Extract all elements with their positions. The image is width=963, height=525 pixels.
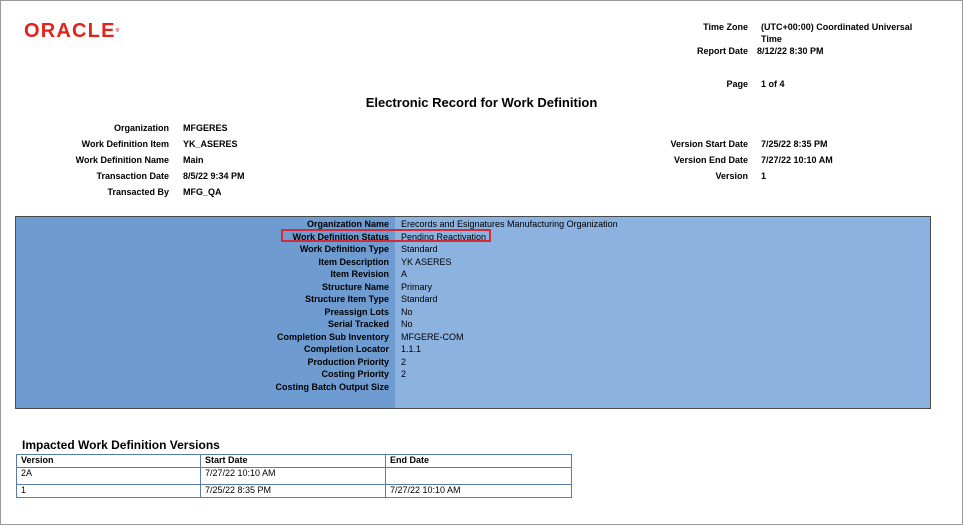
summary-row-organization: Organization MFGERES	[1, 122, 301, 134]
summary-value: MFGERES	[183, 123, 228, 133]
summary-row-version-end-date: Version End Date 7/27/22 10:10 AM	[601, 154, 941, 166]
summary-label: Work Definition Name	[75, 155, 169, 165]
page-title: Electronic Record for Work Definition	[365, 95, 598, 110]
table-cell: 7/25/22 8:35 PM	[200, 484, 386, 498]
detail-label: Structure Item Type	[305, 294, 389, 304]
detail-label: Costing Priority	[321, 369, 389, 379]
detail-label: Completion Locator	[304, 344, 389, 354]
work-definition-details: Organization Name Erecords and Esignatur…	[15, 216, 931, 409]
report-header: Time Zone (UTC+00:00) Coordinated Univer…	[1, 21, 962, 91]
detail-label: Costing Batch Output Size	[275, 381, 390, 392]
table-cell: 7/27/22 10:10 AM	[200, 467, 386, 485]
time-zone-value-wrap: Time	[761, 34, 782, 44]
detail-row: Structure Name Primary	[16, 281, 930, 294]
detail-value: Primary	[401, 281, 432, 292]
summary-value: MFG_QA	[183, 187, 222, 197]
detail-label: Structure Name	[321, 281, 389, 292]
column-header-version: Version	[16, 454, 201, 468]
detail-row: Work Definition Type Standard	[16, 243, 930, 256]
detail-row: Serial Tracked No	[16, 318, 930, 331]
detail-row: Completion Sub Inventory MFGERE-COM	[16, 331, 930, 344]
detail-value: Standard	[401, 244, 438, 254]
summary-label: Version Start Date	[670, 139, 748, 149]
summary-label: Work Definition Item	[81, 139, 169, 149]
summary-row-version: Version 1	[601, 170, 941, 182]
table-cell: 2A	[16, 467, 201, 485]
summary-row-transaction-date: Transaction Date 8/5/22 9:34 PM	[1, 170, 301, 182]
summary-row-transacted-by: Transacted By MFG_QA	[1, 186, 301, 198]
detail-label: Item Revision	[330, 269, 389, 279]
summary-value: 7/27/22 10:10 AM	[761, 155, 833, 165]
summary-right: Version Start Date 7/25/22 8:35 PM Versi…	[601, 138, 941, 186]
table-cell	[385, 467, 572, 485]
detail-row: Production Priority 2	[16, 356, 930, 369]
detail-value: 2	[401, 356, 407, 367]
detail-label: Completion Sub Inventory	[276, 331, 389, 342]
report-page: ORACLE® Time Zone (UTC+00:00) Coordinate…	[0, 0, 963, 525]
detail-value: A	[401, 269, 408, 279]
versions-section-title: Impacted Work Definition Versions	[22, 438, 220, 452]
detail-row: Costing Batch Output Size	[16, 381, 930, 394]
summary-label: Version	[715, 171, 748, 181]
summary-value: Main	[183, 155, 204, 165]
table-row: 1 7/25/22 8:35 PM 7/27/22 10:10 AM	[16, 484, 572, 498]
page-label: Page	[726, 79, 748, 89]
summary-value: YK_ASERES	[183, 139, 238, 149]
detail-value: No	[401, 306, 413, 317]
detail-row: Costing Priority 2	[16, 368, 930, 381]
summary-row-version-start-date: Version Start Date 7/25/22 8:35 PM	[601, 138, 941, 150]
table-cell: 7/27/22 10:10 AM	[385, 484, 572, 498]
detail-value: 2	[401, 369, 407, 379]
table-header-row: Version Start Date End Date	[16, 454, 572, 468]
versions-table: Version Start Date End Date 2A 7/27/22 1…	[16, 454, 572, 498]
detail-label: Item Description	[318, 256, 389, 267]
summary-row-work-definition-name: Work Definition Name Main	[1, 154, 301, 166]
detail-label: Production Priority	[307, 356, 389, 367]
detail-value: YK ASERES	[401, 256, 452, 267]
summary-label: Version End Date	[673, 155, 748, 165]
summary-left: Organization MFGERES Work Definition Ite…	[1, 122, 301, 202]
detail-label: Work Definition Type	[299, 244, 389, 254]
report-date-value: 8/12/22 8:30 PM	[757, 46, 824, 56]
summary-label: Transacted By	[107, 187, 169, 197]
summary-value: 1	[761, 171, 767, 181]
detail-row: Item Description YK ASERES	[16, 256, 930, 269]
detail-value: MFGERE-COM	[401, 331, 464, 342]
report-date-label: Report Date	[696, 46, 748, 56]
detail-value: No	[401, 319, 413, 329]
detail-row: Completion Locator 1.1.1	[16, 343, 930, 356]
detail-value: 1.1.1	[401, 344, 422, 354]
status-highlight-box	[281, 229, 491, 242]
column-header-end-date: End Date	[385, 454, 572, 468]
page-value: 1 of 4	[761, 79, 785, 89]
column-header-start-date: Start Date	[200, 454, 386, 468]
detail-label: Preassign Lots	[324, 306, 389, 317]
time-zone-value: (UTC+00:00) Coordinated Universal	[761, 22, 913, 32]
detail-value: Standard	[401, 294, 438, 304]
table-cell: 1	[16, 484, 201, 498]
detail-label: Serial Tracked	[327, 319, 389, 329]
summary-value: 7/25/22 8:35 PM	[761, 139, 828, 149]
detail-row: Item Revision A	[16, 268, 930, 281]
summary-label: Transaction Date	[96, 171, 169, 181]
summary-value: 8/5/22 9:34 PM	[183, 171, 245, 181]
detail-row: Structure Item Type Standard	[16, 293, 930, 306]
time-zone-label: Time Zone	[703, 22, 748, 32]
summary-label: Organization	[113, 123, 169, 133]
detail-row: Preassign Lots No	[16, 306, 930, 319]
summary-row-work-definition-item: Work Definition Item YK_ASERES	[1, 138, 301, 150]
table-row: 2A 7/27/22 10:10 AM	[16, 467, 572, 485]
